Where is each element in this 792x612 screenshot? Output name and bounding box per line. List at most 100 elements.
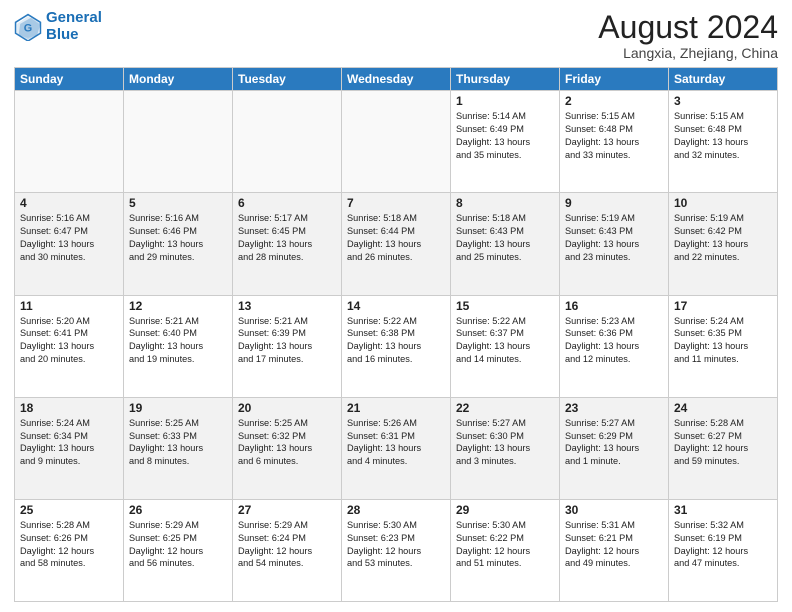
title-block: August 2024 Langxia, Zhejiang, China [598,10,778,61]
col-monday: Monday [124,68,233,91]
calendar-header-row: Sunday Monday Tuesday Wednesday Thursday… [15,68,778,91]
day-info: Sunrise: 5:27 AMSunset: 6:29 PMDaylight:… [565,417,663,469]
day-info: Sunrise: 5:31 AMSunset: 6:21 PMDaylight:… [565,519,663,571]
table-row: 13 Sunrise: 5:21 AMSunset: 6:39 PMDayligh… [233,295,342,397]
calendar-week-row: 18Sunrise: 5:24 AMSunset: 6:34 PMDayligh… [15,397,778,499]
location: Langxia, Zhejiang, China [598,45,778,61]
day-number: 12 [129,299,227,313]
table-row: 15 Sunrise: 5:22 AMSunset: 6:37 PMDayligh… [451,295,560,397]
page-container: G General Blue August 2024 Langxia, Zhej… [0,0,792,612]
day-info: Sunrise: 5:21 AMSunset: 6:39 PMDaylight:… [238,315,336,367]
day-number: 16 [565,299,663,313]
day-info: Sunrise: 5:16 AMSunset: 6:46 PMDaylight:… [129,212,227,264]
logo-line2: Blue [46,26,79,43]
day-number: 13 [238,299,336,313]
logo-icon: G [14,13,42,41]
table-row: 1Sunrise: 5:14 AMSunset: 6:49 PMDaylight… [451,91,560,193]
table-row: 27Sunrise: 5:29 AMSunset: 6:24 PMDayligh… [233,499,342,601]
table-row: 12 Sunrise: 5:21 AMSunset: 6:40 PMDayligh… [124,295,233,397]
col-thursday: Thursday [451,68,560,91]
day-number: 4 [20,196,118,210]
table-row: 21 Sunrise: 5:26 AMSunset: 6:31 PMDayligh… [342,397,451,499]
day-info: Sunrise: 5:22 AMSunset: 6:38 PMDaylight:… [347,315,445,367]
day-number: 23 [565,401,663,415]
table-row: 18Sunrise: 5:24 AMSunset: 6:34 PMDayligh… [15,397,124,499]
day-info: Sunrise: 5:25 AMSunset: 6:32 PMDaylight:… [238,417,336,469]
logo-text: General Blue [46,10,102,43]
logo-line1: General [46,9,102,26]
svg-text:G: G [24,22,32,34]
day-info: Sunrise: 5:19 AMSunset: 6:43 PMDaylight:… [565,212,663,264]
col-tuesday: Tuesday [233,68,342,91]
day-info: Sunrise: 5:20 AMSunset: 6:41 PMDaylight:… [20,315,118,367]
table-row: 30 Sunrise: 5:31 AMSunset: 6:21 PMDayligh… [560,499,669,601]
table-row [15,91,124,193]
table-row: 28 Sunrise: 5:30 AMSunset: 6:23 PMDayligh… [342,499,451,601]
calendar-week-row: 25 Sunrise: 5:28 AMSunset: 6:26 PMDayligh… [15,499,778,601]
day-info: Sunrise: 5:28 AMSunset: 6:27 PMDaylight:… [674,417,772,469]
day-info: Sunrise: 5:16 AMSunset: 6:47 PMDaylight:… [20,212,118,264]
table-row: 11Sunrise: 5:20 AMSunset: 6:41 PMDayligh… [15,295,124,397]
table-row: 20 Sunrise: 5:25 AMSunset: 6:32 PMDayligh… [233,397,342,499]
day-number: 6 [238,196,336,210]
day-info: Sunrise: 5:17 AMSunset: 6:45 PMDaylight:… [238,212,336,264]
table-row: 24 Sunrise: 5:28 AMSunset: 6:27 PMDayligh… [669,397,778,499]
day-info: Sunrise: 5:24 AMSunset: 6:34 PMDaylight:… [20,417,118,469]
day-info: Sunrise: 5:28 AMSunset: 6:26 PMDaylight:… [20,519,118,571]
day-info: Sunrise: 5:22 AMSunset: 6:37 PMDaylight:… [456,315,554,367]
table-row: 16 Sunrise: 5:23 AMSunset: 6:36 PMDayligh… [560,295,669,397]
day-number: 3 [674,94,772,108]
table-row: 31Sunrise: 5:32 AMSunset: 6:19 PMDayligh… [669,499,778,601]
day-info: Sunrise: 5:21 AMSunset: 6:40 PMDaylight:… [129,315,227,367]
day-number: 7 [347,196,445,210]
table-row: 6 Sunrise: 5:17 AMSunset: 6:45 PMDaylight… [233,193,342,295]
day-info: Sunrise: 5:29 AMSunset: 6:24 PMDaylight:… [238,519,336,571]
col-wednesday: Wednesday [342,68,451,91]
day-info: Sunrise: 5:24 AMSunset: 6:35 PMDaylight:… [674,315,772,367]
day-info: Sunrise: 5:30 AMSunset: 6:22 PMDaylight:… [456,519,554,571]
table-row: 4 Sunrise: 5:16 AMSunset: 6:47 PMDaylight… [15,193,124,295]
table-row: 8 Sunrise: 5:18 AMSunset: 6:43 PMDaylight… [451,193,560,295]
table-row: 22Sunrise: 5:27 AMSunset: 6:30 PMDayligh… [451,397,560,499]
day-info: Sunrise: 5:15 AMSunset: 6:48 PMDaylight:… [674,110,772,162]
month-title: August 2024 [598,10,778,45]
day-info: Sunrise: 5:18 AMSunset: 6:44 PMDaylight:… [347,212,445,264]
table-row: 9 Sunrise: 5:19 AMSunset: 6:43 PMDaylight… [560,193,669,295]
day-info: Sunrise: 5:15 AMSunset: 6:48 PMDaylight:… [565,110,663,162]
table-row: 17 Sunrise: 5:24 AMSunset: 6:35 PMDayligh… [669,295,778,397]
day-info: Sunrise: 5:25 AMSunset: 6:33 PMDaylight:… [129,417,227,469]
day-number: 30 [565,503,663,517]
table-row: 25 Sunrise: 5:28 AMSunset: 6:26 PMDayligh… [15,499,124,601]
calendar-week-row: 11Sunrise: 5:20 AMSunset: 6:41 PMDayligh… [15,295,778,397]
day-number: 26 [129,503,227,517]
day-number: 22 [456,401,554,415]
day-info: Sunrise: 5:26 AMSunset: 6:31 PMDaylight:… [347,417,445,469]
day-info: Sunrise: 5:18 AMSunset: 6:43 PMDaylight:… [456,212,554,264]
day-info: Sunrise: 5:23 AMSunset: 6:36 PMDaylight:… [565,315,663,367]
day-info: Sunrise: 5:30 AMSunset: 6:23 PMDaylight:… [347,519,445,571]
day-number: 28 [347,503,445,517]
day-number: 14 [347,299,445,313]
table-row: 29Sunrise: 5:30 AMSunset: 6:22 PMDayligh… [451,499,560,601]
header: G General Blue August 2024 Langxia, Zhej… [14,10,778,61]
day-number: 17 [674,299,772,313]
day-number: 24 [674,401,772,415]
table-row: 19 Sunrise: 5:25 AMSunset: 6:33 PMDayligh… [124,397,233,499]
col-sunday: Sunday [15,68,124,91]
table-row: 7 Sunrise: 5:18 AMSunset: 6:44 PMDaylight… [342,193,451,295]
day-number: 5 [129,196,227,210]
table-row: 23 Sunrise: 5:27 AMSunset: 6:29 PMDayligh… [560,397,669,499]
day-number: 15 [456,299,554,313]
col-saturday: Saturday [669,68,778,91]
calendar-week-row: 4 Sunrise: 5:16 AMSunset: 6:47 PMDaylight… [15,193,778,295]
table-row: 5 Sunrise: 5:16 AMSunset: 6:46 PMDaylight… [124,193,233,295]
day-number: 8 [456,196,554,210]
day-number: 9 [565,196,663,210]
day-number: 2 [565,94,663,108]
day-number: 20 [238,401,336,415]
day-number: 25 [20,503,118,517]
day-number: 21 [347,401,445,415]
logo: G General Blue [14,10,102,43]
day-number: 19 [129,401,227,415]
day-info: Sunrise: 5:19 AMSunset: 6:42 PMDaylight:… [674,212,772,264]
